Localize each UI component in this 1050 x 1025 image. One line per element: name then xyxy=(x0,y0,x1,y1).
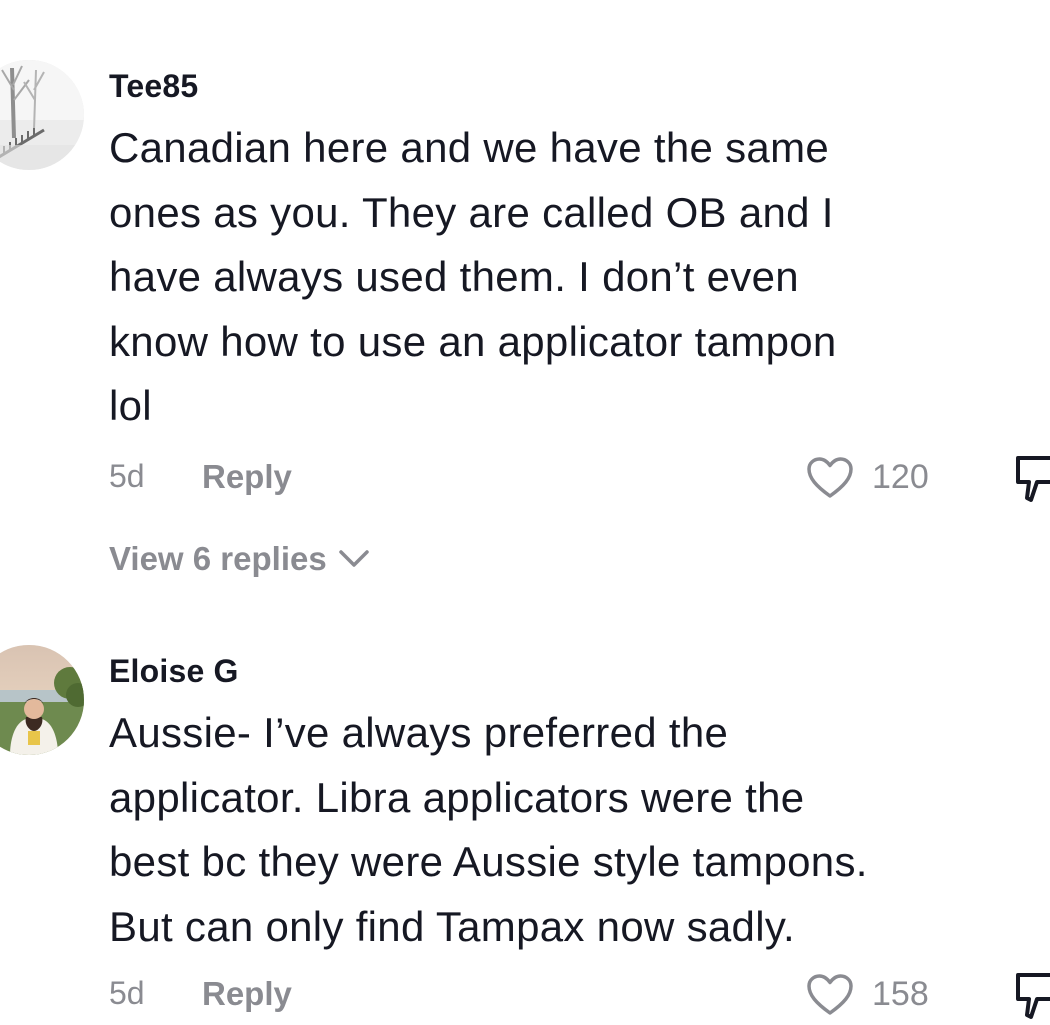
comment-text-line: But can only find Tampax now sadly. xyxy=(109,902,795,950)
comment-text-line: know how to use an applicator tampon xyxy=(109,317,837,365)
comment-time: 5d xyxy=(109,458,145,494)
view-replies-label: View 6 replies xyxy=(109,540,327,577)
comment-time: 5d xyxy=(109,975,145,1011)
heart-icon[interactable] xyxy=(806,973,854,1017)
comment-text-line: have always used them. I don’t even xyxy=(109,253,799,300)
snowy-park-avatar-icon xyxy=(0,60,84,170)
avatar[interactable] xyxy=(0,60,84,170)
comment-text-line: lol xyxy=(109,382,152,429)
beach-portrait-avatar-icon xyxy=(0,645,84,755)
comment-text-line: Aussie- I’ve always preferred the xyxy=(109,709,729,756)
heart-icon[interactable] xyxy=(806,456,854,500)
like-count: 120 xyxy=(872,458,929,496)
dislike-icon[interactable] xyxy=(1013,454,1050,506)
comment-text-line: Canadian here and we have the same xyxy=(109,124,830,171)
comment-text-line: applicator. Libra applicators were the xyxy=(109,773,805,821)
comment-text-line: ones as you. They are called OB and I xyxy=(109,188,834,236)
reply-button[interactable]: Reply xyxy=(202,975,292,1013)
avatar[interactable] xyxy=(0,645,84,755)
dislike-icon[interactable] xyxy=(1013,971,1050,1023)
view-replies-button[interactable]: View 6 replies xyxy=(109,540,371,578)
comment-text: Canadian here and we have the same ones … xyxy=(109,116,969,439)
comment-text: Aussie- I’ve always preferred the applic… xyxy=(109,701,969,959)
comment-username[interactable]: Tee85 xyxy=(109,68,198,105)
comment-username[interactable]: Eloise G xyxy=(109,653,239,690)
reply-button[interactable]: Reply xyxy=(202,458,292,496)
comment-text-line: best bc they were Aussie style tampons. xyxy=(109,838,868,885)
chevron-down-icon xyxy=(338,550,369,567)
like-count: 158 xyxy=(872,975,929,1013)
